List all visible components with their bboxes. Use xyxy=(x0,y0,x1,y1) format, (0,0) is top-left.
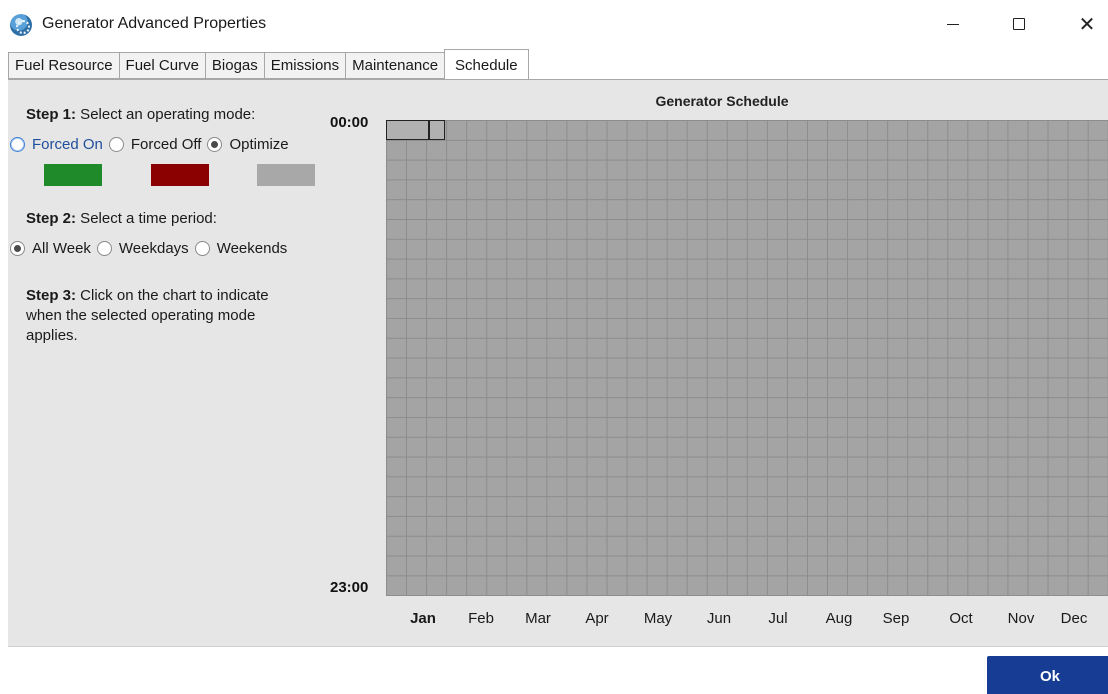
month-label-feb: Feb xyxy=(468,610,494,627)
month-axis: Jan Feb Mar Apr May Jun Jul Aug Sep Oct … xyxy=(386,610,1108,630)
maximize-icon xyxy=(1013,18,1025,30)
tab-fuel-resource[interactable]: Fuel Resource xyxy=(8,52,119,79)
schedule-grid[interactable] xyxy=(386,120,1108,596)
generator-app-icon xyxy=(10,14,32,36)
month-label-jun: Jun xyxy=(706,610,732,627)
step3-instruction: Step 3: Click on the chart to indicate w… xyxy=(26,286,269,346)
tab-biogas[interactable]: Biogas xyxy=(204,52,264,79)
forced-off-swatch xyxy=(151,164,209,186)
y-axis-bottom-label: 23:00 xyxy=(330,579,369,596)
month-label-dec: Dec xyxy=(1060,610,1088,627)
selected-cell-marker[interactable] xyxy=(386,120,445,140)
weekends-radio[interactable] xyxy=(194,241,210,256)
close-icon: ✕ xyxy=(1078,13,1096,36)
minimize-icon xyxy=(947,23,959,25)
tab-emissions[interactable]: Emissions xyxy=(263,52,346,79)
step3-line2: when the selected operating mode xyxy=(26,307,256,324)
tab-schedule[interactable]: Schedule xyxy=(444,49,529,80)
minimize-button[interactable] xyxy=(930,6,976,42)
forced-off-radio[interactable] xyxy=(108,137,124,152)
month-label-apr: Apr xyxy=(585,610,609,627)
month-label-oct: Oct xyxy=(949,610,973,627)
operating-mode-group: Forced On Forced Off Optimize xyxy=(10,136,328,153)
optimize-radio[interactable] xyxy=(207,137,223,152)
step1-instruction: Step 1: Select an operating mode: xyxy=(26,106,255,123)
chart-title: Generator Schedule xyxy=(655,93,789,109)
step2-text: Select a time period: xyxy=(76,210,217,227)
close-button[interactable]: ✕ xyxy=(1064,6,1108,42)
title-bar: Generator Advanced Properties ✕ xyxy=(0,0,1108,50)
optimize-swatch xyxy=(257,164,315,186)
month-label-jan: Jan xyxy=(410,610,436,627)
step3-line3: applies. xyxy=(26,327,78,344)
month-label-nov: Nov xyxy=(1007,610,1035,627)
month-label-may: May xyxy=(643,610,673,627)
forced-off-label[interactable]: Forced Off xyxy=(131,136,202,153)
tab-strip: Fuel Resource Fuel Curve Biogas Emission… xyxy=(8,49,529,80)
time-period-group: All Week Weekdays Weekends xyxy=(10,240,293,257)
step2-instruction: Step 2: Select a time period: xyxy=(26,210,217,227)
panel-divider xyxy=(8,646,1108,647)
forced-on-label[interactable]: Forced On xyxy=(32,136,103,153)
month-label-aug: Aug xyxy=(825,610,853,627)
step3-line1: Click on the chart to indicate xyxy=(76,287,269,304)
month-label-mar: Mar xyxy=(525,610,551,627)
ok-button[interactable]: Ok xyxy=(987,656,1108,694)
weekdays-label[interactable]: Weekdays xyxy=(119,240,189,257)
forced-on-swatch xyxy=(44,164,102,186)
weekends-label[interactable]: Weekends xyxy=(217,240,288,257)
step1-label: Step 1: xyxy=(26,106,77,123)
tab-maintenance[interactable]: Maintenance xyxy=(345,52,445,79)
step3-label: Step 3: xyxy=(26,287,77,304)
weekdays-radio[interactable] xyxy=(96,241,112,256)
all-week-radio[interactable] xyxy=(10,241,25,256)
maximize-button[interactable] xyxy=(996,6,1042,42)
month-label-sep: Sep xyxy=(882,610,910,627)
tab-fuel-curve[interactable]: Fuel Curve xyxy=(118,52,205,79)
optimize-label[interactable]: Optimize xyxy=(229,136,288,153)
step2-label: Step 2: xyxy=(26,210,77,227)
month-label-jul: Jul xyxy=(768,610,788,627)
all-week-label[interactable]: All Week xyxy=(32,240,91,257)
y-axis-top-label: 00:00 xyxy=(330,114,369,131)
step1-text: Select an operating mode: xyxy=(76,106,256,123)
forced-on-radio[interactable] xyxy=(10,137,25,152)
window-title: Generator Advanced Properties xyxy=(42,15,267,32)
